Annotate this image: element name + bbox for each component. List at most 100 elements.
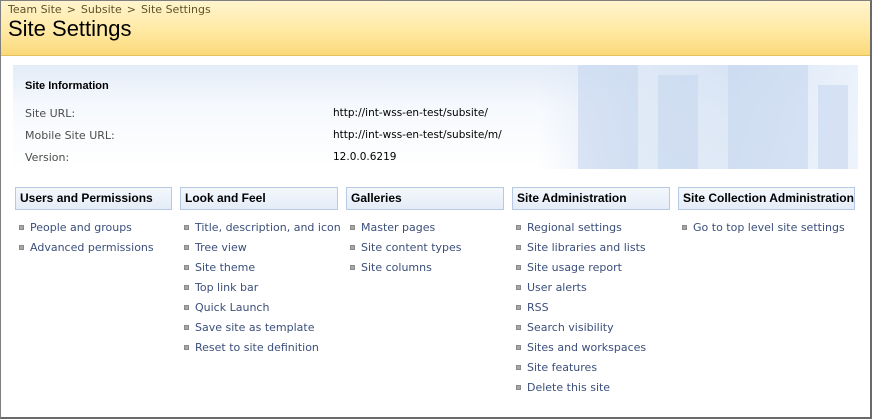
site-information-panel: Site Information Site URL: http://int-ws… [13,65,858,169]
square-bullet-icon [184,325,189,330]
square-bullet-icon [682,225,687,230]
site-usage-report-link[interactable]: Site usage report [527,261,622,274]
square-bullet-icon [184,285,189,290]
link-list: Title, description, and icon Tree view S… [180,218,341,358]
square-bullet-icon [184,245,189,250]
square-bullet-icon [516,365,521,370]
list-item: Top link bar [180,278,338,298]
site-features-link[interactable]: Site features [527,361,597,374]
square-bullet-icon [184,305,189,310]
title-area: Team Site > Subsite > Site Settings Site Set… [1,1,870,56]
list-item: Site features [512,358,670,378]
section-heading: Site Administration [512,187,670,210]
list-item: Tree view [180,238,338,258]
square-bullet-icon [350,225,355,230]
square-bullet-icon [516,225,521,230]
breadcrumb-separator: > [126,3,136,16]
list-item: Delete this site [512,378,670,398]
square-bullet-icon [516,245,521,250]
link-list: Go to top level site settings [678,218,855,238]
user-alerts-link[interactable]: User alerts [527,281,587,294]
list-item: Sites and workspaces [512,338,670,358]
site-url-value: http://int-wss-en-test/subsite/ [333,107,488,119]
square-bullet-icon [350,245,355,250]
section-heading: Users and Permissions [15,187,172,210]
square-bullet-icon [184,265,189,270]
page-title: Site Settings [8,16,132,41]
link-list: Master pages Site content types Site col… [346,218,504,278]
site-content-types-link[interactable]: Site content types [361,241,462,254]
square-bullet-icon [184,345,189,350]
section-heading: Galleries [346,187,504,210]
section-heading: Site Collection Administration [678,187,855,210]
save-site-as-template-link[interactable]: Save site as template [195,321,315,334]
list-item: Save site as template [180,318,338,338]
list-item: Site theme [180,258,338,278]
list-item: User alerts [512,278,670,298]
browser-frame: Team Site > Subsite > Site Settings Site Set… [0,0,872,419]
breadcrumb-subsite[interactable]: Subsite [81,3,122,16]
square-bullet-icon [516,285,521,290]
people-and-groups-link[interactable]: People and groups [30,221,132,234]
section-site-administration: Site Administration Regional settings Si… [512,187,670,398]
master-pages-link[interactable]: Master pages [361,221,435,234]
square-bullet-icon [19,245,24,250]
list-item: Site columns [346,258,504,278]
list-item: Site content types [346,238,504,258]
sites-and-workspaces-link[interactable]: Sites and workspaces [527,341,646,354]
site-libraries-and-lists-link[interactable]: Site libraries and lists [527,241,646,254]
settings-sections: Users and Permissions People and groups … [15,187,860,407]
reset-to-site-definition-link[interactable]: Reset to site definition [195,341,319,354]
breadcrumb-current: Site Settings [140,3,211,16]
square-bullet-icon [516,385,521,390]
square-bullet-icon [516,265,521,270]
breadcrumb-separator: > [66,3,76,16]
list-item: Title, description, and icon [180,218,341,238]
list-item: Reset to site definition [180,338,338,358]
list-item: Master pages [346,218,504,238]
list-item: Site usage report [512,258,670,278]
tree-view-link[interactable]: Tree view [195,241,247,254]
site-columns-link[interactable]: Site columns [361,261,432,274]
section-galleries: Galleries Master pages Site content type… [346,187,504,278]
regional-settings-link[interactable]: Regional settings [527,221,622,234]
version-value: 12.0.0.6219 [333,151,397,163]
breadcrumb-team-site[interactable]: Team Site [8,3,62,16]
section-users-and-permissions: Users and Permissions People and groups … [15,187,172,258]
decorative-background [538,65,858,169]
quick-launch-link[interactable]: Quick Launch [195,301,269,314]
square-bullet-icon [184,225,189,230]
list-item: Quick Launch [180,298,338,318]
square-bullet-icon [516,305,521,310]
list-item: Site libraries and lists [512,238,670,258]
site-url-label: Site URL: [25,107,76,120]
link-list: Regional settings Site libraries and lis… [512,218,670,398]
go-to-top-level-site-settings-link[interactable]: Go to top level site settings [693,221,845,234]
square-bullet-icon [516,325,521,330]
breadcrumb: Team Site > Subsite > Site Settings [8,3,211,16]
list-item: Search visibility [512,318,670,338]
advanced-permissions-link[interactable]: Advanced permissions [30,241,154,254]
square-bullet-icon [19,225,24,230]
section-heading: Look and Feel [180,187,338,210]
link-list: People and groups Advanced permissions [15,218,172,258]
version-label: Version: [25,151,70,164]
mobile-site-url-value: http://int-wss-en-test/subsite/m/ [333,129,502,141]
search-visibility-link[interactable]: Search visibility [527,321,614,334]
mobile-site-url-label: Mobile Site URL: [25,129,115,142]
delete-this-site-link[interactable]: Delete this site [527,381,610,394]
top-link-bar-link[interactable]: Top link bar [195,281,258,294]
list-item: People and groups [15,218,172,238]
section-look-and-feel: Look and Feel Title, description, and ic… [180,187,341,358]
list-item: Regional settings [512,218,670,238]
square-bullet-icon [516,345,521,350]
site-information-heading: Site Information [25,80,109,92]
section-site-collection-administration: Site Collection Administration Go to top… [678,187,855,238]
title-description-icon-link[interactable]: Title, description, and icon [195,221,341,234]
rss-link[interactable]: RSS [527,301,549,314]
site-theme-link[interactable]: Site theme [195,261,255,274]
list-item: Advanced permissions [15,238,172,258]
list-item: RSS [512,298,670,318]
square-bullet-icon [350,265,355,270]
list-item: Go to top level site settings [678,218,855,238]
